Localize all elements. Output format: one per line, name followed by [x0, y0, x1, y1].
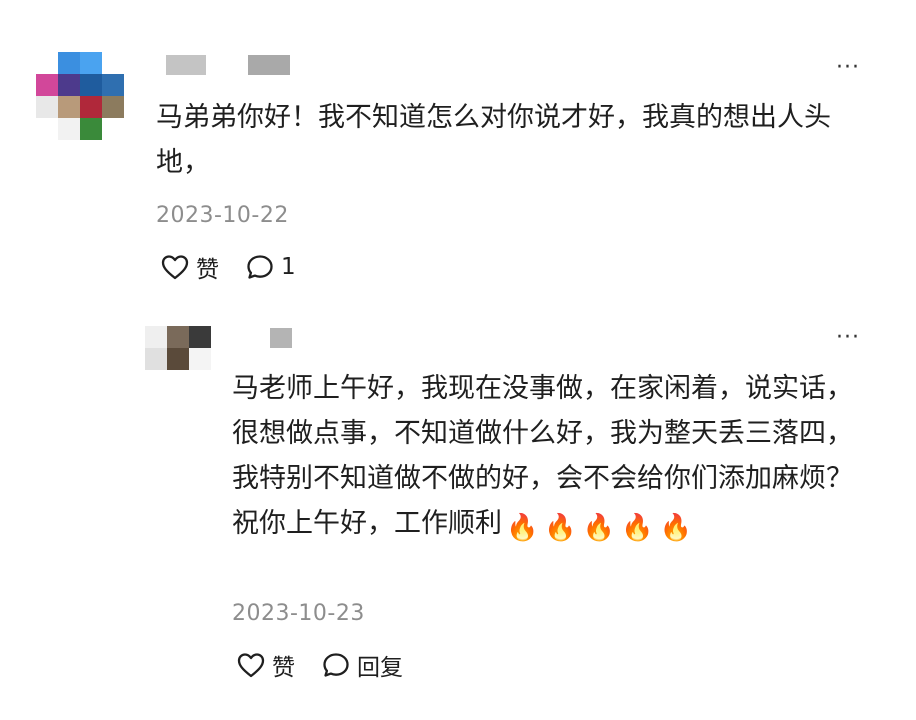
reply-actions: 赞 回复: [236, 648, 403, 682]
like-label: 赞: [196, 257, 219, 283]
reply-avatar[interactable]: [145, 326, 211, 370]
reply-like-label: 赞: [272, 655, 295, 681]
comment-actions: 赞 1: [160, 250, 296, 284]
reply-button[interactable]: 回复: [321, 648, 403, 682]
reply-username-redacted[interactable]: [270, 328, 292, 348]
more-options-button[interactable]: ···: [836, 57, 860, 79]
reply-count-button[interactable]: 1: [245, 253, 296, 281]
username-redacted[interactable]: [166, 55, 290, 75]
comment-bubble-icon: [247, 255, 273, 279]
comment-text: 马弟弟你好！我不知道怎么对你说才好，我真的想出人头地，: [156, 102, 831, 178]
reply-label: 回复: [357, 655, 403, 681]
avatar[interactable]: [36, 52, 124, 140]
reply-like-button[interactable]: 赞: [236, 648, 295, 682]
heart-icon: [161, 255, 189, 280]
reply-date: 2023-10-23: [232, 601, 365, 626]
comment-bubble-icon: [323, 653, 349, 677]
comment-date: 2023-10-22: [156, 203, 289, 228]
like-button[interactable]: 赞: [160, 250, 219, 284]
reply-text-block: 马老师上午好，我现在没事做，在家闲着，说实话，很想做点事，不知道做什么好，我为整…: [232, 366, 862, 551]
reply-count: 1: [281, 254, 296, 280]
heart-icon: [237, 653, 265, 678]
fire-emoji-row: 🔥🔥🔥🔥🔥: [506, 513, 698, 543]
reply-more-options-button[interactable]: ···: [836, 327, 860, 349]
